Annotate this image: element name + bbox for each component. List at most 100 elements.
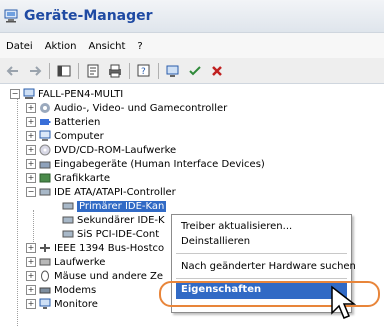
tree-device-selected[interactable]: Primärer IDE-Kan bbox=[62, 200, 167, 212]
menu-bar: Datei Aktion Ansicht ? bbox=[0, 32, 384, 60]
device-label: Primärer IDE-Kan bbox=[77, 200, 167, 212]
category-label: Modems bbox=[54, 284, 97, 296]
menu-separator bbox=[176, 278, 347, 279]
ide-channel-icon bbox=[62, 216, 74, 224]
collapse-icon[interactable]: − bbox=[26, 187, 36, 197]
toolbar-separator bbox=[49, 62, 50, 79]
tree-category-ide[interactable]: − IDE ATA/ATAPI-Controller bbox=[26, 186, 176, 198]
back-arrow-icon bbox=[6, 65, 18, 76]
print-icon bbox=[109, 64, 121, 77]
ide-channel-icon bbox=[62, 202, 74, 210]
mouse-icon bbox=[41, 270, 49, 282]
update-driver-button[interactable] bbox=[184, 61, 206, 81]
toolbar: ? bbox=[0, 58, 384, 84]
firewire-icon bbox=[40, 244, 50, 252]
menu-item-uninstall[interactable]: Deinstallieren bbox=[181, 236, 250, 247]
uninstall-icon bbox=[212, 65, 222, 76]
disk-drive-icon bbox=[39, 258, 51, 266]
category-label: IDE ATA/ATAPI-Controller bbox=[54, 186, 176, 198]
expand-icon[interactable]: + bbox=[26, 243, 36, 253]
tree-device[interactable]: SiS PCI-IDE-Cont bbox=[62, 228, 159, 240]
show-hide-tree-icon bbox=[57, 65, 71, 76]
toolbar-separator bbox=[158, 62, 159, 79]
category-label: Eingabegeräte (Human Interface Devices) bbox=[54, 158, 265, 170]
category-label: Monitore bbox=[54, 298, 98, 310]
menu-separator bbox=[176, 253, 347, 254]
tree-category[interactable]: + Audio-, Video- und Gamecontroller bbox=[26, 102, 228, 114]
monitor-icon bbox=[39, 298, 51, 309]
computer-icon bbox=[39, 130, 51, 141]
help-button[interactable]: ? bbox=[133, 61, 155, 81]
scan-hardware-button[interactable] bbox=[162, 61, 184, 81]
category-label: Computer bbox=[54, 130, 104, 142]
back-button[interactable] bbox=[2, 61, 24, 81]
device-manager-icon bbox=[4, 9, 18, 23]
ide-controller-icon bbox=[39, 188, 51, 196]
toolbar-separator bbox=[129, 62, 130, 79]
modem-icon bbox=[39, 287, 51, 294]
tree-category[interactable]: + Laufwerke bbox=[26, 256, 106, 268]
tree-category[interactable]: + Mäuse und andere Ze bbox=[26, 270, 164, 282]
properties-button[interactable] bbox=[82, 61, 104, 81]
window-titlebar: Geräte-Manager bbox=[0, 0, 384, 32]
collapse-icon[interactable]: − bbox=[10, 89, 20, 99]
menu-help[interactable]: ? bbox=[131, 41, 148, 52]
category-label: Laufwerke bbox=[54, 256, 106, 268]
tree-root-label: FALL-PEN4-MULTI bbox=[38, 88, 124, 100]
input-device-icon bbox=[39, 161, 51, 169]
device-label: Sekundärer IDE-K bbox=[77, 214, 165, 226]
update-driver-icon bbox=[189, 65, 201, 75]
print-button[interactable] bbox=[104, 61, 126, 81]
help-icon: ? bbox=[137, 64, 150, 77]
scan-hardware-icon bbox=[166, 65, 179, 77]
expand-icon[interactable]: + bbox=[26, 103, 36, 113]
category-label: Batterien bbox=[54, 116, 101, 128]
expand-icon[interactable]: + bbox=[26, 271, 36, 281]
ide-controller-icon bbox=[62, 230, 74, 238]
expand-icon[interactable]: + bbox=[26, 145, 36, 155]
menu-datei[interactable]: Datei bbox=[0, 41, 39, 52]
properties-icon bbox=[87, 64, 99, 77]
tree-category[interactable]: + Batterien bbox=[26, 116, 101, 128]
category-label: Grafikkarte bbox=[54, 172, 111, 184]
tree-device[interactable]: Sekundärer IDE-K bbox=[62, 214, 165, 226]
expand-icon[interactable]: + bbox=[26, 117, 36, 127]
category-label: DVD/CD-ROM-Laufwerke bbox=[54, 144, 177, 156]
expand-icon[interactable]: + bbox=[26, 299, 36, 309]
window-title: Geräte-Manager bbox=[24, 8, 153, 24]
menu-aktion[interactable]: Aktion bbox=[39, 41, 83, 52]
battery-icon bbox=[40, 119, 51, 125]
category-label: Audio-, Video- und Gamecontroller bbox=[54, 102, 228, 114]
tree-category[interactable]: + DVD/CD-ROM-Laufwerke bbox=[26, 144, 177, 156]
dvd-drive-icon bbox=[39, 144, 51, 156]
expand-icon[interactable]: + bbox=[26, 257, 36, 267]
expand-icon[interactable]: + bbox=[26, 159, 36, 169]
expand-icon[interactable]: + bbox=[26, 131, 36, 141]
menu-ansicht[interactable]: Ansicht bbox=[82, 41, 131, 52]
forward-arrow-icon bbox=[30, 65, 42, 76]
tree-root[interactable]: − FALL-PEN4-MULTI bbox=[10, 88, 124, 100]
svg-text:?: ? bbox=[141, 67, 146, 77]
computer-icon bbox=[23, 88, 35, 99]
uninstall-button[interactable] bbox=[206, 61, 228, 81]
forward-button[interactable] bbox=[24, 61, 46, 81]
toolbar-separator bbox=[78, 62, 79, 79]
tree-category[interactable]: + IEEE 1394 Bus-Hostco bbox=[26, 242, 165, 254]
tree-category[interactable]: + Grafikkarte bbox=[26, 172, 111, 184]
tree-category[interactable]: + Eingabegeräte (Human Interface Devices… bbox=[26, 158, 265, 170]
show-hide-tree-button[interactable] bbox=[53, 61, 75, 81]
expand-icon[interactable]: + bbox=[26, 173, 36, 183]
audio-icon bbox=[40, 103, 50, 113]
tree-category[interactable]: + Monitore bbox=[26, 298, 98, 310]
category-label: IEEE 1394 Bus-Hostco bbox=[54, 242, 165, 254]
tree-category[interactable]: + Modems bbox=[26, 284, 97, 296]
tree-line bbox=[17, 98, 18, 326]
tree-category[interactable]: + Computer bbox=[26, 130, 104, 142]
expand-icon[interactable]: + bbox=[26, 285, 36, 295]
cursor-icon bbox=[331, 285, 357, 319]
menu-item-scan-hardware[interactable]: Nach geänderter Hardware suchen bbox=[181, 261, 356, 272]
graphics-card-icon bbox=[39, 173, 51, 183]
menu-item-update-driver[interactable]: Treiber aktualisieren... bbox=[181, 221, 292, 232]
device-label: SiS PCI-IDE-Cont bbox=[77, 228, 160, 240]
category-label: Mäuse und andere Ze bbox=[54, 270, 164, 282]
